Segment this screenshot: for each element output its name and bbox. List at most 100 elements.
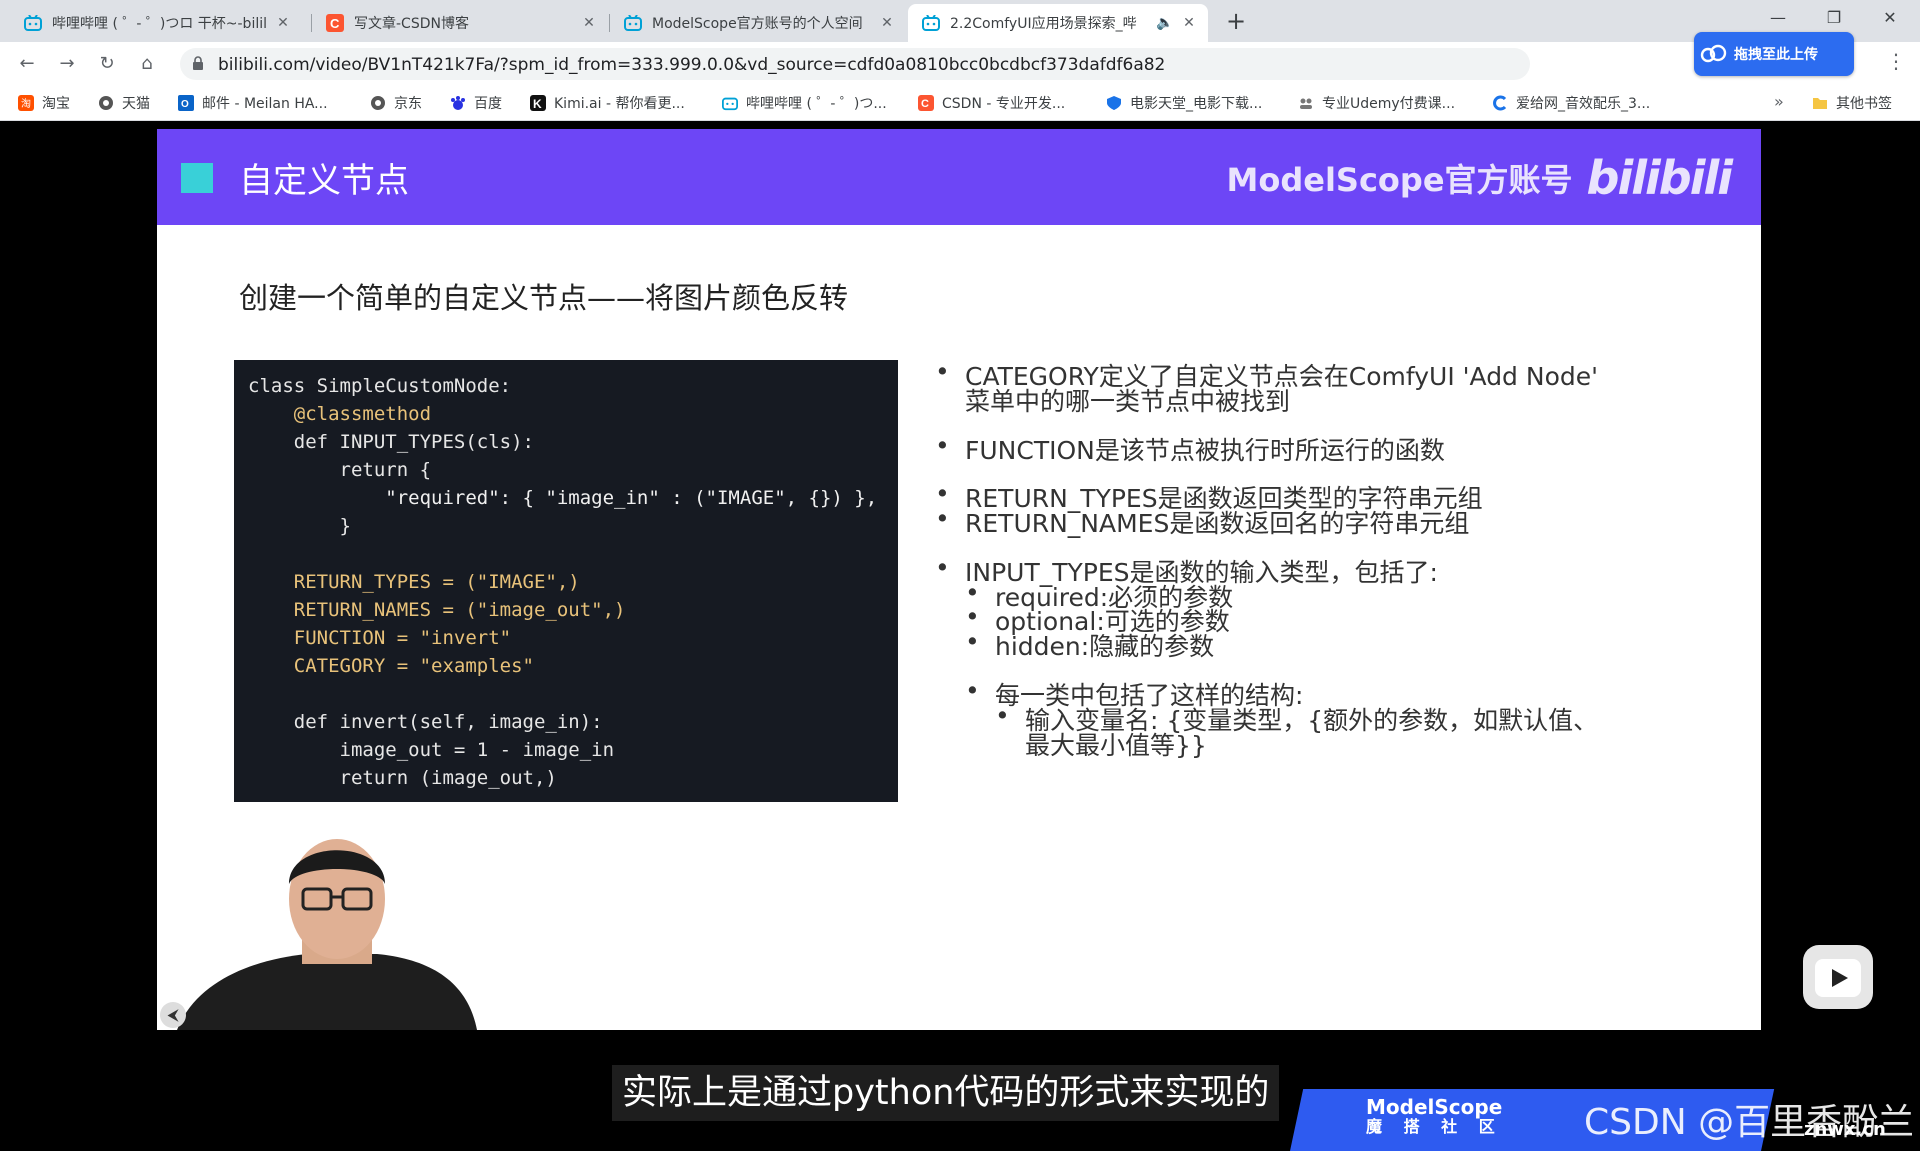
speaker-icon[interactable]: 🔈 [1156, 15, 1174, 31]
video-subtitle: 实际上是通过python代码的形式来实现的 [612, 1065, 1280, 1121]
tab-title: 哔哩哔哩 ( ゜- ゜)つロ 干杯~-bilil [52, 16, 268, 32]
back-icon[interactable]: ← [12, 49, 42, 79]
forward-icon[interactable]: → [52, 49, 82, 79]
video-player[interactable]: 自定义节点 ModelScope官方账号 bilibili 创建一个简单的自定义… [0, 121, 1920, 1151]
shield-icon [1106, 95, 1122, 111]
close-tab-icon[interactable]: ✕ [878, 15, 896, 31]
bookmark-kimi[interactable]: K Kimi.ai - 帮你看更... [530, 92, 685, 114]
bilibili-icon [722, 95, 738, 111]
code-line: image_out = 1 - image_in [248, 739, 615, 761]
restore-button[interactable]: ❐ [1806, 0, 1862, 36]
tab-csdn-write[interactable]: C 写文章-CSDN博客 ✕ [312, 4, 608, 42]
bookmark-taobao[interactable]: 淘 淘宝 [18, 92, 70, 114]
code-line: def invert(self, image_in): [248, 711, 603, 733]
lock-icon [192, 56, 204, 75]
new-tab-button[interactable]: + [1222, 8, 1250, 36]
outlook-icon: O [178, 95, 194, 111]
code-line: class SimpleCustomNode: [248, 375, 512, 397]
tab-title: 写文章-CSDN博客 [354, 16, 469, 32]
bookmark-label: 邮件 - Meilan HA... [202, 96, 328, 112]
tab-bilibili-home[interactable]: 哔哩哔哩 ( ゜- ゜)つロ 干杯~-bilil ✕ [10, 4, 302, 42]
svg-text:C: C [330, 16, 340, 31]
close-tab-icon[interactable]: ✕ [274, 15, 292, 31]
bookmarks-more-icon[interactable]: » [1774, 92, 1784, 111]
svg-text:K: K [533, 97, 542, 111]
bookmark-dytt[interactable]: 电影天堂_电影下载... [1106, 92, 1262, 114]
folder-icon [1812, 95, 1828, 111]
presenter-webcam [157, 829, 577, 1030]
bookmark-baidu[interactable]: 百度 [450, 92, 502, 114]
close-window-button[interactable]: ✕ [1862, 0, 1918, 36]
site-watermark: znwx.cn [1804, 1119, 1886, 1140]
globe-icon [370, 95, 386, 111]
play-button[interactable] [1803, 945, 1873, 1009]
code-line: CATEGORY = "examples" [248, 655, 534, 677]
tab-modelscope-space[interactable]: ModelScope官方账号的个人空间 ✕ [610, 4, 906, 42]
bookmark-label: 百度 [474, 96, 502, 112]
other-bookmarks-label: 其他书签 [1836, 96, 1892, 112]
title-square-icon [181, 163, 213, 193]
taobao-icon: 淘 [18, 95, 34, 111]
csdn-icon: C [326, 14, 344, 32]
bilibili-icon [624, 14, 642, 32]
video-frame-slide: 自定义节点 ModelScope官方账号 bilibili 创建一个简单的自定义… [157, 129, 1761, 1030]
code-line: RETURN_TYPES = ("IMAGE",) [248, 571, 580, 593]
slide-header: 自定义节点 ModelScope官方账号 bilibili [157, 129, 1761, 225]
svg-text:O: O [181, 99, 189, 110]
tab-title: ModelScope官方账号的个人空间 [652, 16, 863, 32]
tab-comfyui-video[interactable]: 2.2ComfyUI应用场景探索_哔 🔈 ✕ [908, 4, 1208, 42]
bullet-item: 菜单中的哪一类节点中被找到 [965, 382, 1290, 418]
address-bar[interactable]: bilibili.com/video/BV1nT421k7Fa/?spm_id_… [180, 48, 1530, 80]
modelscope-logo: ModelScope 魔 搭 社 区 [1366, 1097, 1503, 1137]
tab-title: 2.2ComfyUI应用场景探索_哔 [950, 16, 1137, 32]
upload-button[interactable]: 拖拽至此上传 [1694, 32, 1854, 76]
bookmark-aigei[interactable]: 爱给网_音效配乐_3... [1492, 92, 1650, 114]
code-block: class SimpleCustomNode: @classmethod def… [234, 360, 898, 802]
reload-icon[interactable]: ↻ [92, 49, 122, 79]
bookmark-tmall[interactable]: 天猫 [98, 92, 150, 114]
close-tab-icon[interactable]: ✕ [1180, 15, 1198, 31]
bookmark-label: 电影天堂_电影下载... [1130, 96, 1263, 112]
code-line: @classmethod [248, 403, 432, 425]
home-icon[interactable]: ⌂ [132, 49, 162, 79]
globe-icon [98, 95, 114, 111]
slide-heading: 创建一个简单的自定义节点——将图片颜色反转 [239, 281, 849, 315]
csdn-icon: C [918, 95, 934, 111]
bookmark-jd[interactable]: 京东 [370, 92, 422, 114]
bullet-item: • RETURN_NAMES是函数返回名的字符串元组 [935, 504, 1470, 538]
code-line: FUNCTION = "invert" [248, 627, 512, 649]
cloud-upload-icon [1694, 32, 1734, 76]
bullet-text: hidden:隐藏的参数 [995, 632, 1215, 661]
bookmark-label: 淘宝 [42, 96, 70, 112]
bookmarks-bar: 淘 淘宝 天猫 O 邮件 - Meilan HA... 京东 百度 K Kimi… [0, 86, 1920, 121]
bookmark-label: 专业Udemy付费课... [1322, 96, 1456, 112]
bookmark-label: CSDN - 专业开发... [942, 96, 1066, 112]
minimize-button[interactable]: — [1750, 0, 1806, 36]
code-line: } [248, 515, 351, 537]
code-line: def INPUT_TYPES(cls): [248, 431, 534, 453]
close-tab-icon[interactable]: ✕ [580, 15, 598, 31]
bilibili-icon [24, 14, 42, 32]
modelscope-logo-subtext: 魔 搭 社 区 [1366, 1117, 1503, 1136]
bullet-text: 最大最小值等}} [1025, 731, 1207, 760]
bullet-item: • FUNCTION是该节点被执行时所运行的函数 [935, 431, 1445, 465]
bookmark-label: 天猫 [122, 96, 150, 112]
bookmark-label: 京东 [394, 96, 422, 112]
svg-text:C: C [921, 98, 929, 110]
bookmark-csdn[interactable]: C CSDN - 专业开发... [918, 92, 1065, 114]
bookmark-label: 哔哩哔哩 ( ゜- ゜)つ... [746, 96, 887, 112]
menu-icon[interactable]: ⋮ [1886, 49, 1906, 73]
collapse-arrow-icon[interactable]: ⮜ [160, 1002, 186, 1028]
bullet-text: RETURN_NAMES是函数返回名的字符串元组 [965, 509, 1470, 538]
svg-text:淘: 淘 [21, 97, 31, 110]
bookmark-bilibili[interactable]: 哔哩哔哩 ( ゜- ゜)つ... [722, 92, 887, 114]
bookmark-udemy[interactable]: 专业Udemy付费课... [1298, 92, 1455, 114]
browser-toolbar: ← → ↻ ⌂ bilibili.com/video/BV1nT421k7Fa/… [0, 42, 1920, 86]
other-bookmarks[interactable]: 其他书签 [1812, 92, 1892, 114]
baidu-icon [450, 95, 466, 111]
bullet-subitem: 最大最小值等}} [1025, 726, 1207, 762]
modelscope-logo-text: ModelScope [1366, 1095, 1503, 1119]
brand-text: ModelScope官方账号 [1226, 161, 1573, 199]
bookmark-mail[interactable]: O 邮件 - Meilan HA... [178, 92, 328, 114]
